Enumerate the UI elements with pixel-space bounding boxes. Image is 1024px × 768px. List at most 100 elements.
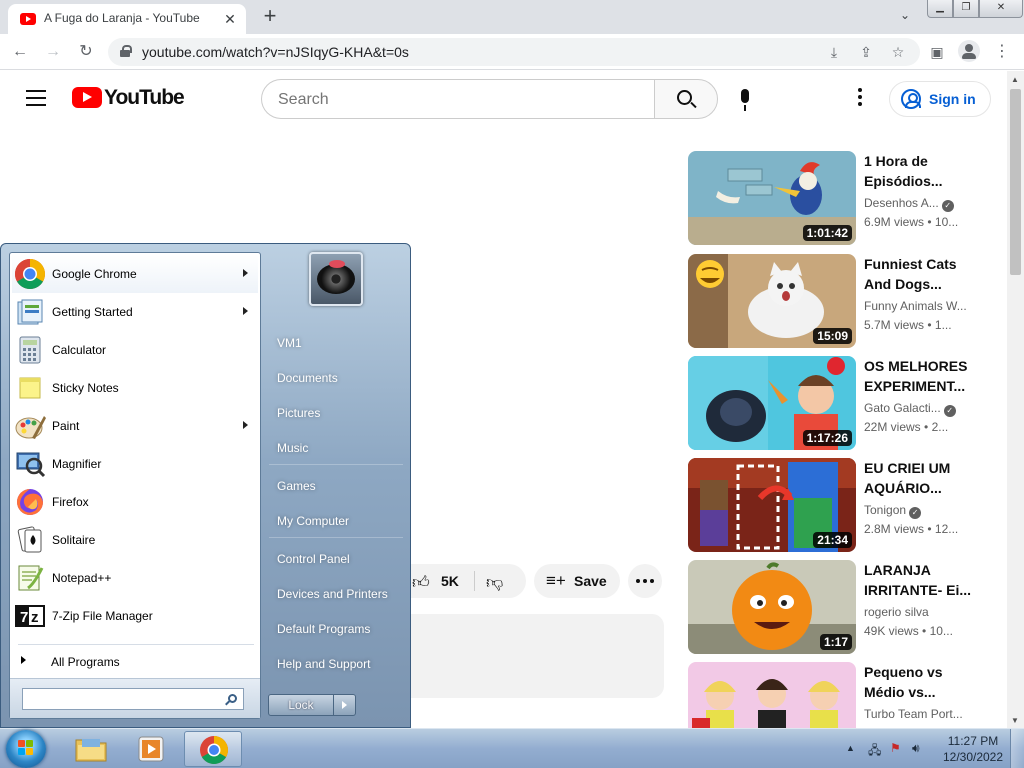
program-item-notepad-plus-plus[interactable]: Notepad++ xyxy=(12,559,258,597)
submenu-arrow-icon[interactable] xyxy=(243,421,248,429)
link-control-panel[interactable]: Control Panel xyxy=(263,545,409,573)
lock-icon[interactable] xyxy=(120,45,132,57)
search-button[interactable] xyxy=(654,79,718,119)
restore-button[interactable]: ❐ xyxy=(953,0,979,18)
install-icon[interactable]: ⤓ xyxy=(824,42,844,62)
youtube-logo-icon[interactable] xyxy=(72,87,102,108)
url-text[interactable]: youtube.com/watch?v=nJSIqyG-KHA&t=0s xyxy=(142,44,409,60)
new-tab-button[interactable]: + xyxy=(258,5,282,29)
start-search-icon[interactable] xyxy=(228,694,237,703)
channel-name[interactable]: Desenhos A... ✓ xyxy=(864,196,976,212)
profile-avatar[interactable] xyxy=(958,40,980,62)
youtube-wordmark[interactable]: YouTube xyxy=(104,86,185,110)
browser-tab[interactable]: A Fuga do Laranja - YouTube ✕ xyxy=(8,4,246,34)
show-hidden-icons[interactable]: ▲ xyxy=(846,743,855,753)
close-window-button[interactable]: ✕ xyxy=(979,0,1023,18)
forward-icon[interactable]: → xyxy=(41,40,65,64)
video-thumbnail[interactable] xyxy=(688,662,856,728)
search-input[interactable] xyxy=(278,89,638,111)
video-thumbnail[interactable]: 1:01:42 xyxy=(688,151,856,245)
tab-close-icon[interactable]: ✕ xyxy=(220,9,240,29)
related-video[interactable]: Pequeno vs Médio vs... Turbo Team Port..… xyxy=(688,662,988,728)
taskbar-explorer-button[interactable] xyxy=(62,731,120,767)
link-devices-and-printers[interactable]: Devices and Printers xyxy=(263,580,409,608)
minimize-button[interactable]: ▁ xyxy=(927,0,953,18)
all-programs-button[interactable]: All Programs xyxy=(12,650,258,672)
channel-name[interactable]: rogerio silva xyxy=(864,605,976,619)
link-games[interactable]: Games xyxy=(263,472,409,500)
share-icon[interactable]: ⇪ xyxy=(856,42,876,62)
link-documents[interactable]: Documents xyxy=(263,364,409,392)
start-search-input[interactable] xyxy=(27,691,217,707)
page-scrollbar[interactable]: ▲ ▼ xyxy=(1007,71,1024,728)
channel-name[interactable]: Gato Galacti... ✓ xyxy=(864,401,976,417)
power-options-arrow-icon[interactable] xyxy=(334,694,356,716)
back-icon[interactable]: ← xyxy=(8,40,32,64)
program-item-firefox[interactable]: Firefox xyxy=(12,483,258,521)
taskbar-media-player-button[interactable] xyxy=(122,731,180,767)
video-title[interactable]: EU CRIEI UM AQUÁRIO... xyxy=(864,458,976,498)
video-title[interactable]: Funniest Cats And Dogs... xyxy=(864,254,976,294)
scroll-up-icon[interactable]: ▲ xyxy=(1011,75,1019,84)
submenu-arrow-icon[interactable] xyxy=(243,269,248,277)
video-title[interactable]: LARANJA IRRITANTE- Ei... xyxy=(864,560,976,600)
channel-name[interactable]: Turbo Team Port... xyxy=(864,707,976,721)
submenu-arrow-icon[interactable] xyxy=(243,307,248,315)
tab-search-icon[interactable]: ⌄ xyxy=(896,8,914,26)
voice-search-icon[interactable] xyxy=(728,83,762,117)
scroll-down-icon[interactable]: ▼ xyxy=(1011,716,1019,725)
program-item-paint[interactable]: Paint xyxy=(12,407,258,445)
start-search-box[interactable] xyxy=(22,688,244,710)
network-icon[interactable]: 🖧︎ xyxy=(868,741,881,762)
side-panel-icon[interactable]: ▣ xyxy=(925,40,949,64)
start-button[interactable] xyxy=(6,730,46,768)
link-music[interactable]: Music xyxy=(263,434,409,462)
chrome-menu-icon[interactable]: ⋮ xyxy=(990,40,1014,64)
link-vm1[interactable]: VM1 xyxy=(263,329,409,357)
program-item-7-zip[interactable]: 7 z 7-Zip File Manager xyxy=(12,597,258,635)
program-item-magnifier[interactable]: Magnifier xyxy=(12,445,258,483)
video-thumbnail[interactable]: 1:17:26 xyxy=(688,356,856,450)
like-thumb-icon[interactable]: 👍︎ xyxy=(412,572,430,593)
reload-icon[interactable]: ↻ xyxy=(74,40,98,64)
program-item-calculator[interactable]: Calculator xyxy=(12,331,258,369)
show-desktop-button[interactable] xyxy=(1010,729,1024,768)
volume-icon[interactable]: 🔊︎ xyxy=(912,741,920,756)
related-video[interactable]: 21:34 EU CRIEI UM AQUÁRIO... Tonigon ✓ 2.… xyxy=(688,458,988,552)
sign-in-button[interactable]: Sign in xyxy=(889,81,991,117)
user-picture[interactable] xyxy=(309,252,363,306)
related-video[interactable]: 1:17 LARANJA IRRITANTE- Ei... rogerio si… xyxy=(688,560,988,654)
like-count[interactable]: 5K xyxy=(441,573,459,589)
related-video[interactable]: 1:17:26 OS MELHORES EXPERIMENT... Gato G… xyxy=(688,356,988,450)
program-item-solitaire[interactable]: Solitaire xyxy=(12,521,258,559)
video-thumbnail[interactable]: 15:09 xyxy=(688,254,856,348)
program-item-sticky-notes[interactable]: Sticky Notes xyxy=(12,369,258,407)
program-item-getting-started[interactable]: Getting Started xyxy=(12,293,258,331)
link-default-programs[interactable]: Default Programs xyxy=(263,615,409,643)
video-title[interactable]: OS MELHORES EXPERIMENT... xyxy=(864,356,976,396)
clock[interactable]: 11:27 PM 12/30/2022 xyxy=(938,733,1008,765)
video-thumbnail[interactable]: 21:34 xyxy=(688,458,856,552)
program-item-google-chrome[interactable]: Google Chrome xyxy=(12,255,258,293)
guide-menu-icon[interactable] xyxy=(26,90,46,106)
lock-button[interactable]: Lock xyxy=(268,694,334,716)
save-button[interactable]: ≡+ Save xyxy=(534,564,620,598)
description-box[interactable] xyxy=(380,614,664,698)
settings-kebab-icon[interactable] xyxy=(850,86,870,110)
bookmark-star-icon[interactable]: ☆ xyxy=(888,42,908,62)
address-bar[interactable]: youtube.com/watch?v=nJSIqyG-KHA&t=0s ⤓ ⇪… xyxy=(108,38,920,66)
channel-name[interactable]: Tonigon ✓ xyxy=(864,503,976,519)
video-title[interactable]: 1 Hora de Episódios... xyxy=(864,151,976,191)
channel-name[interactable]: Funny Animals W... xyxy=(864,299,976,313)
link-help-and-support[interactable]: Help and Support xyxy=(263,650,409,678)
action-center-icon[interactable]: ⚑ xyxy=(890,741,901,755)
scroll-thumb[interactable] xyxy=(1010,89,1021,275)
link-my-computer[interactable]: My Computer xyxy=(263,507,409,535)
video-thumbnail[interactable]: 1:17 xyxy=(688,560,856,654)
related-video[interactable]: 15:09 Funniest Cats And Dogs... Funny An… xyxy=(688,254,988,348)
taskbar-chrome-button[interactable] xyxy=(184,731,242,767)
search-box[interactable] xyxy=(261,79,655,119)
dislike-thumb-icon[interactable]: 👎︎ xyxy=(486,572,503,593)
video-title[interactable]: Pequeno vs Médio vs... xyxy=(864,662,976,702)
more-actions-button[interactable] xyxy=(628,564,662,598)
